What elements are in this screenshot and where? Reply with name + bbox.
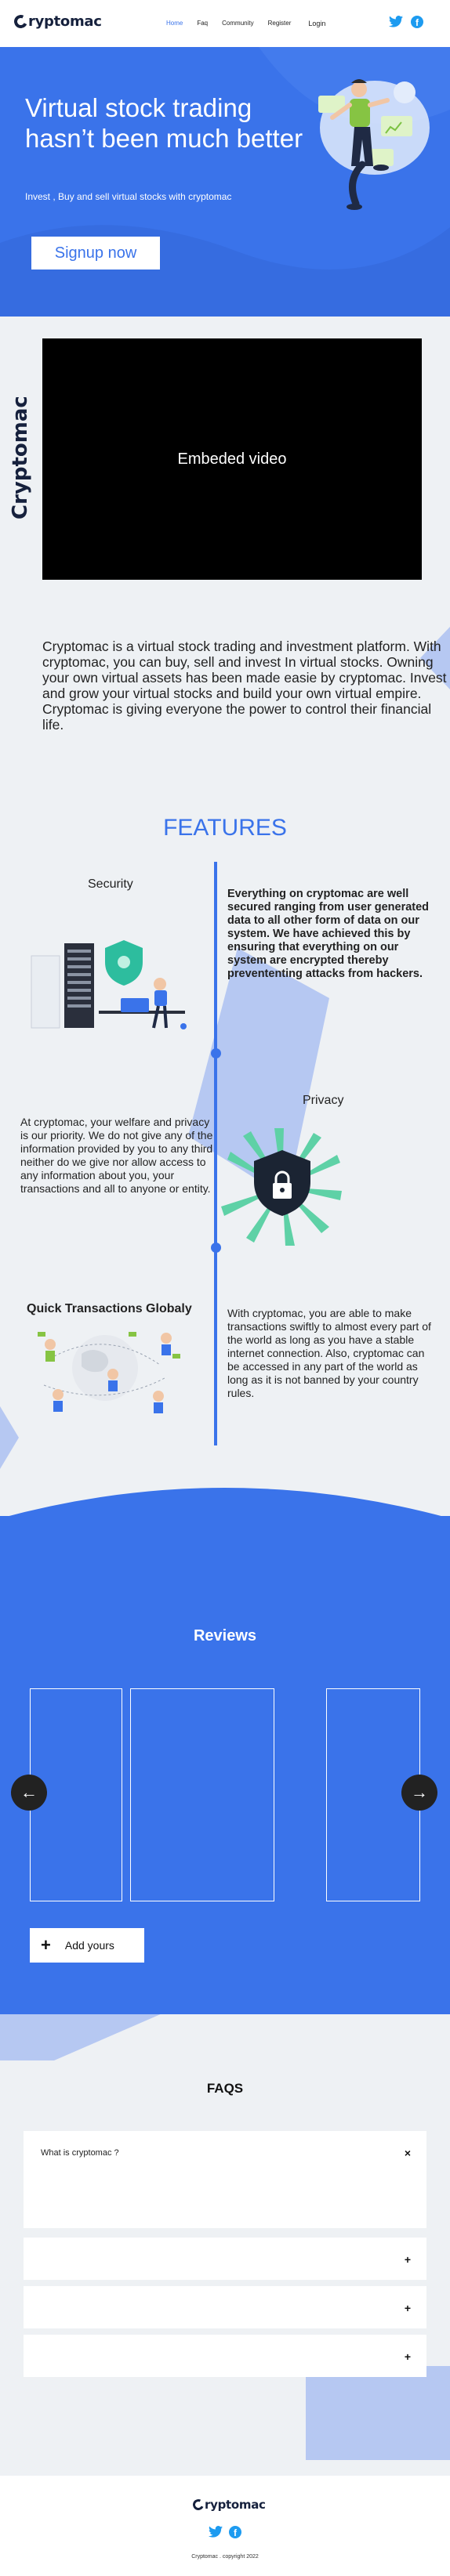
feature-heading-privacy: Privacy bbox=[303, 1094, 344, 1107]
expand-plus-icon[interactable]: + bbox=[405, 2350, 411, 2363]
nav-link-home[interactable]: Home bbox=[166, 20, 183, 27]
login-link[interactable]: Login bbox=[308, 20, 325, 27]
vertical-brand-text: Cryptomac bbox=[9, 396, 32, 519]
expand-plus-icon[interactable]: + bbox=[405, 2302, 411, 2314]
nav-links: Home Faq Community Register Login bbox=[166, 20, 339, 27]
privacy-shield-illustration bbox=[221, 1128, 342, 1246]
close-icon[interactable]: × bbox=[405, 2147, 411, 2159]
nav-link-register[interactable]: Register bbox=[268, 20, 292, 27]
facebook-icon[interactable]: f bbox=[411, 16, 423, 28]
trader-illustration bbox=[318, 79, 430, 210]
faq-item[interactable]: + bbox=[24, 2286, 426, 2328]
nav-link-community[interactable]: Community bbox=[222, 20, 253, 27]
global-transactions-illustration bbox=[38, 1332, 180, 1413]
reviews-next-button[interactable]: → bbox=[401, 1775, 437, 1811]
faqs-title: FAQS bbox=[206, 2081, 244, 2096]
decor-shape bbox=[306, 2366, 450, 2460]
footer-brand-name: ryptomac bbox=[205, 2498, 266, 2512]
nav-link-faq[interactable]: Faq bbox=[197, 20, 208, 27]
plus-icon: + bbox=[41, 1935, 51, 1955]
brand-name: ryptomac bbox=[28, 13, 102, 30]
reviews-section: Reviews ← → + Add yours bbox=[0, 1516, 450, 2014]
security-illustration bbox=[31, 940, 187, 1029]
arrow-right-icon: → bbox=[411, 1782, 428, 1802]
faq-item[interactable]: + bbox=[24, 2335, 426, 2377]
faq-question: What is cryptomac ? bbox=[41, 2148, 119, 2158]
footer-brand-logo[interactable]: ryptomac bbox=[191, 2498, 266, 2512]
feature-text-quick-transactions: With cryptomac, you are able to make tra… bbox=[227, 1307, 431, 1399]
brand-logo[interactable]: ryptomac bbox=[12, 13, 102, 31]
reviews-prev-button[interactable]: ← bbox=[11, 1775, 47, 1811]
reviews-title: Reviews bbox=[193, 1627, 257, 1644]
feature-heading-quick-transactions: Quick Transactions Globaly bbox=[27, 1302, 192, 1315]
expand-plus-icon[interactable]: + bbox=[405, 2253, 411, 2266]
nav-social: f bbox=[389, 16, 423, 28]
add-review-label: Add yours bbox=[64, 1939, 114, 1952]
signup-button[interactable]: Signup now bbox=[31, 237, 160, 270]
feature-text-security: Everything on cryptomac are well secured… bbox=[227, 888, 430, 980]
hero-subtitle: Invest , Buy and sell virtual stocks wit… bbox=[25, 191, 232, 202]
hero-title: Virtual stock trading hasn’t been much b… bbox=[25, 93, 303, 153]
review-card[interactable] bbox=[130, 1688, 274, 1901]
footer: ryptomac f Cryptomac . copyright 2022 bbox=[0, 2476, 450, 2576]
copyright-text: Cryptomac . copyright 2022 bbox=[191, 2554, 259, 2560]
video-placeholder-text: Embeded video bbox=[177, 450, 287, 468]
faq-item[interactable]: + bbox=[24, 2238, 426, 2280]
embedded-video[interactable]: Embeded video bbox=[42, 338, 422, 580]
vertical-brand-logo: Cryptomac bbox=[9, 385, 33, 520]
arrow-left-icon: ← bbox=[20, 1782, 38, 1802]
add-review-button[interactable]: + Add yours bbox=[30, 1928, 144, 1963]
reviews-top-curve bbox=[0, 1488, 450, 1520]
logo-c-mark bbox=[191, 2498, 205, 2512]
footer-social: f bbox=[209, 2526, 241, 2538]
timeline-dot bbox=[211, 1048, 221, 1058]
logo-c-mark bbox=[12, 13, 30, 31]
twitter-icon[interactable] bbox=[389, 16, 403, 27]
faq-item-expanded[interactable]: What is cryptomac ? × bbox=[24, 2131, 426, 2228]
feature-text-privacy: At cryptomac, your welfare and privacy i… bbox=[20, 1116, 213, 1195]
top-nav: ryptomac Home Faq Community Register Log… bbox=[0, 0, 450, 47]
features-title: FEATURES bbox=[163, 815, 287, 841]
decor-shape bbox=[0, 1406, 19, 1469]
twitter-icon[interactable] bbox=[209, 2526, 223, 2538]
hero-section: Virtual stock trading hasn’t been much b… bbox=[0, 47, 450, 317]
feature-heading-security: Security bbox=[88, 877, 133, 891]
about-paragraph: Cryptomac is a virtual stock trading and… bbox=[42, 639, 447, 733]
facebook-icon[interactable]: f bbox=[229, 2526, 241, 2538]
